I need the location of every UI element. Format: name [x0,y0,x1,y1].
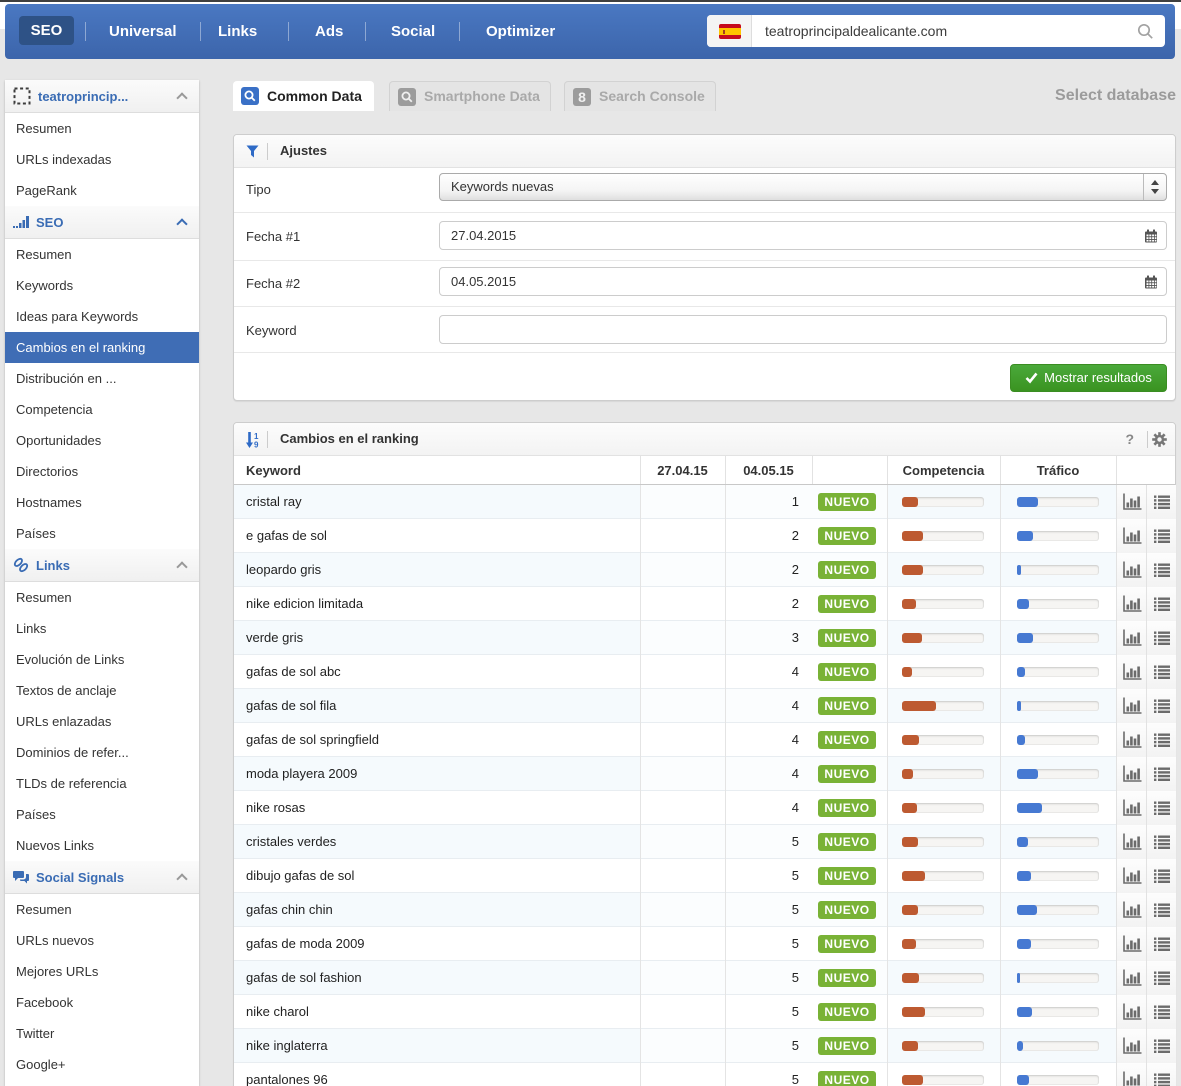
svg-text:9: 9 [254,441,259,449]
